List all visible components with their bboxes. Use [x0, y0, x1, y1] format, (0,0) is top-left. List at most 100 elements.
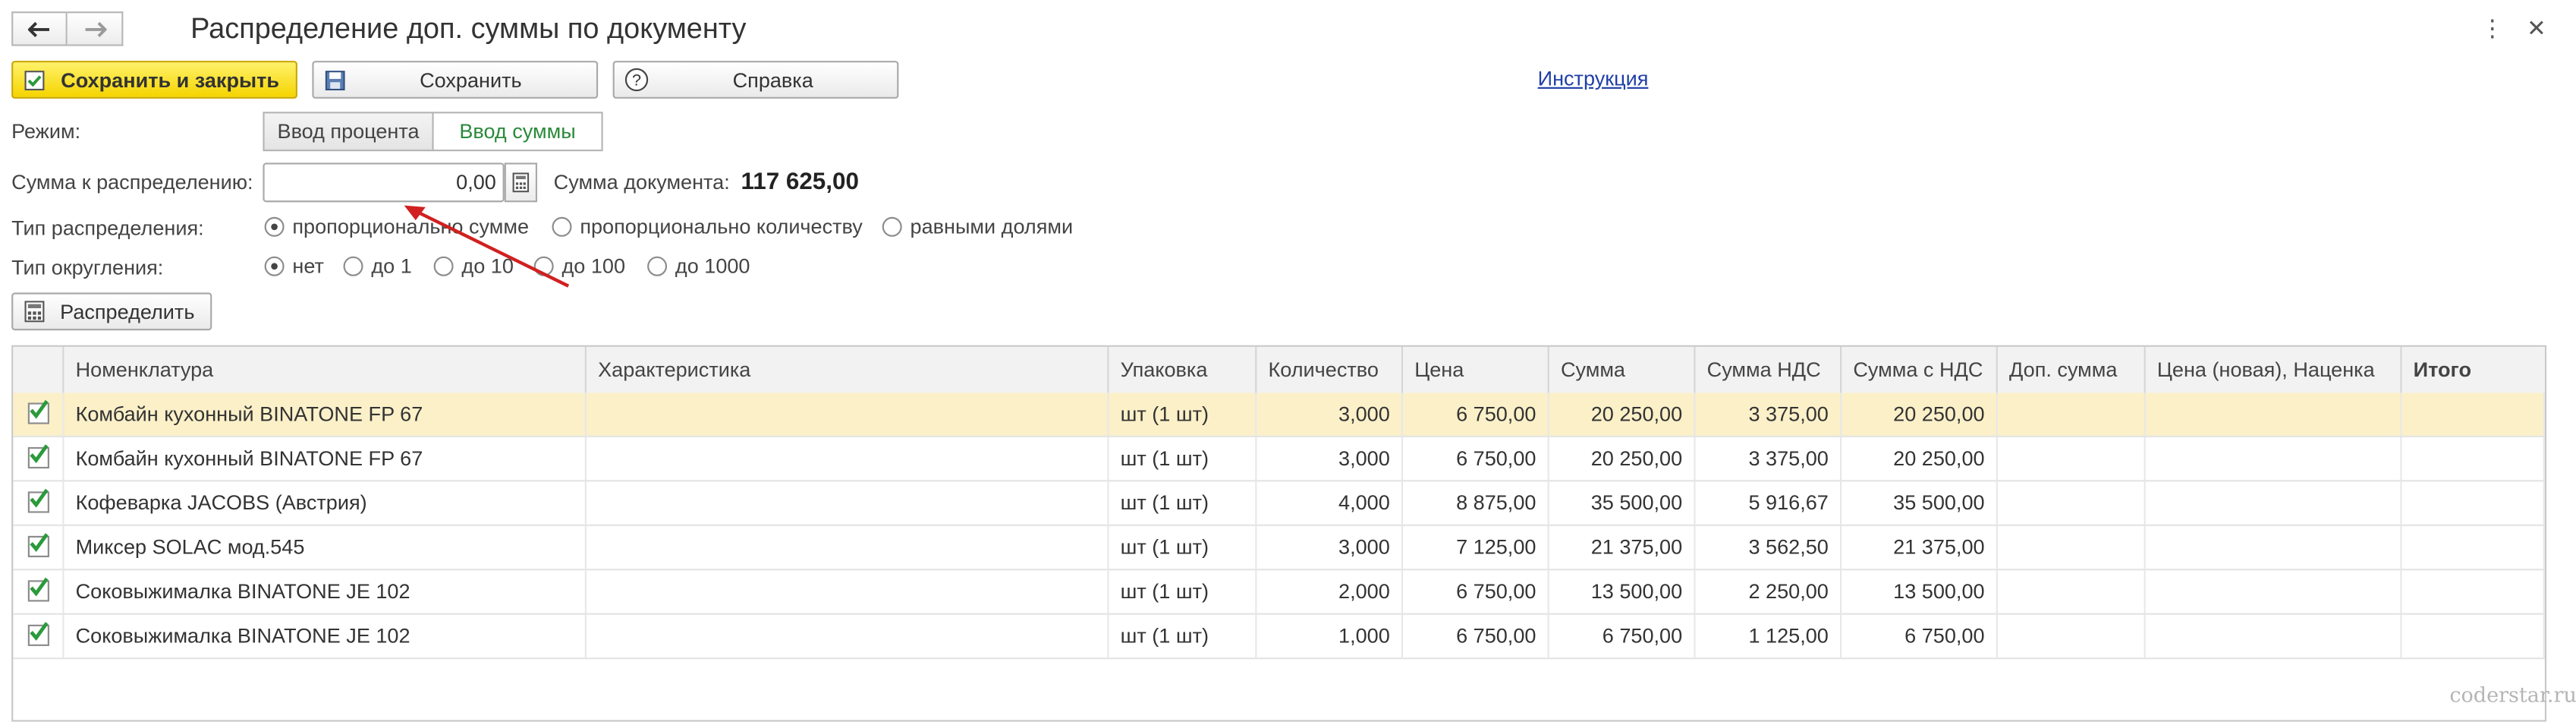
header-nomenclature[interactable]: Номенклатура — [64, 346, 587, 393]
cell-total[interactable] — [2402, 614, 2545, 658]
table-row[interactable]: Соковыжималка BINATONE JE 102 шт (1 шт) 2,… — [13, 570, 2545, 615]
cell-extra-sum[interactable] — [1998, 614, 2146, 658]
header-price[interactable]: Цена — [1403, 346, 1549, 393]
calculator-button[interactable] — [504, 162, 538, 203]
cell-vat[interactable]: 1 125,00 — [1695, 614, 1842, 658]
cell-nomenclature[interactable]: Комбайн кухонный BINATONE FP 67 — [64, 393, 587, 436]
header-checkbox-col[interactable] — [13, 346, 64, 393]
table-row[interactable]: Комбайн кухонный BINATONE FP 67 шт (1 шт)… — [13, 393, 2545, 437]
cell-new-price[interactable] — [2146, 614, 2402, 658]
header-new-price[interactable]: Цена (новая), Наценка — [2146, 346, 2402, 393]
cell-characteristic[interactable] — [587, 393, 1109, 436]
cell-sum[interactable]: 20 250,00 — [1549, 437, 1696, 481]
cell-sum[interactable]: 13 500,00 — [1549, 570, 1696, 613]
cell-total[interactable] — [2402, 570, 2545, 613]
back-button[interactable] — [11, 11, 68, 46]
radio-proportional-qty[interactable]: пропорционально количеству — [552, 216, 863, 238]
table-row[interactable]: Миксер SOLAC мод.545 шт (1 шт) 3,000 7 125,… — [13, 525, 2545, 571]
cell-price[interactable]: 6 750,00 — [1403, 437, 1549, 481]
cell-quantity[interactable]: 3,000 — [1257, 393, 1404, 436]
save-button[interactable]: Сохранить — [312, 61, 599, 99]
row-checkbox[interactable] — [27, 488, 49, 513]
cell-quantity[interactable]: 3,000 — [1257, 525, 1404, 569]
distribute-button[interactable]: Распределить — [11, 292, 212, 331]
cell-price[interactable]: 8 875,00 — [1403, 481, 1549, 525]
row-checkbox[interactable] — [27, 399, 49, 424]
more-icon[interactable]: ⋮ — [2480, 14, 2503, 43]
cell-vat[interactable]: 2 250,00 — [1695, 570, 1842, 613]
table-row[interactable]: Кофеварка JACOBS (Австрия) шт (1 шт) 4,000… — [13, 481, 2545, 526]
cell-new-price[interactable] — [2146, 525, 2402, 569]
table-row[interactable]: Комбайн кухонный BINATONE FP 67 шт (1 шт)… — [13, 437, 2545, 482]
cell-sum[interactable]: 21 375,00 — [1549, 525, 1696, 569]
cell-sum-with-vat[interactable]: 35 500,00 — [1842, 481, 1998, 525]
row-checkbox[interactable] — [27, 533, 49, 558]
cell-package[interactable]: шт (1 шт) — [1109, 570, 1257, 613]
cell-characteristic[interactable] — [587, 614, 1109, 658]
header-total[interactable]: Итого — [2402, 347, 2545, 393]
radio-rounding-none[interactable]: нет — [264, 255, 324, 278]
help-button[interactable]: ? Справка — [612, 61, 899, 99]
cell-characteristic[interactable] — [587, 570, 1109, 613]
cell-total[interactable] — [2402, 393, 2545, 436]
header-sum-with-vat[interactable]: Сумма с НДС — [1842, 346, 1998, 393]
cell-total[interactable] — [2402, 481, 2545, 525]
cell-quantity[interactable]: 4,000 — [1257, 481, 1404, 525]
header-vat[interactable]: Сумма НДС — [1695, 346, 1842, 393]
cell-price[interactable]: 6 750,00 — [1403, 570, 1549, 613]
table-row[interactable]: Соковыжималка BINATONE JE 102 шт (1 шт) 1,… — [13, 614, 2545, 660]
cell-characteristic[interactable] — [587, 525, 1109, 569]
cell-quantity[interactable]: 1,000 — [1257, 614, 1404, 658]
cell-quantity[interactable]: 2,000 — [1257, 570, 1404, 613]
close-icon[interactable]: ✕ — [2527, 14, 2546, 43]
cell-package[interactable]: шт (1 шт) — [1109, 437, 1257, 481]
cell-nomenclature[interactable]: Миксер SOLAC мод.545 — [64, 525, 587, 569]
header-package[interactable]: Упаковка — [1109, 346, 1257, 393]
cell-sum[interactable]: 6 750,00 — [1549, 614, 1696, 658]
cell-sum-with-vat[interactable]: 13 500,00 — [1842, 570, 1998, 613]
cell-characteristic[interactable] — [587, 481, 1109, 525]
cell-nomenclature[interactable]: Кофеварка JACOBS (Австрия) — [64, 481, 587, 525]
cell-sum-with-vat[interactable]: 20 250,00 — [1842, 437, 1998, 481]
cell-package[interactable]: шт (1 шт) — [1109, 525, 1257, 569]
radio-equal-shares[interactable]: равными долями — [882, 216, 1073, 238]
cell-vat[interactable]: 3 375,00 — [1695, 437, 1842, 481]
cell-total[interactable] — [2402, 525, 2545, 569]
header-extra-sum[interactable]: Доп. сумма — [1998, 346, 2146, 393]
cell-price[interactable]: 6 750,00 — [1403, 614, 1549, 658]
radio-rounding-1000[interactable]: до 1000 — [647, 255, 750, 278]
cell-new-price[interactable] — [2146, 570, 2402, 613]
cell-vat[interactable]: 3 375,00 — [1695, 393, 1842, 436]
cell-package[interactable]: шт (1 шт) — [1109, 393, 1257, 436]
header-characteristic[interactable]: Характеристика — [587, 346, 1109, 393]
forward-button[interactable] — [67, 11, 124, 46]
cell-sum-with-vat[interactable]: 6 750,00 — [1842, 614, 1998, 658]
mode-sum-option[interactable]: Ввод суммы — [432, 112, 603, 152]
cell-total[interactable] — [2402, 437, 2545, 481]
cell-vat[interactable]: 3 562,50 — [1695, 525, 1842, 569]
cell-quantity[interactable]: 3,000 — [1257, 437, 1404, 481]
cell-extra-sum[interactable] — [1998, 481, 2146, 525]
save-and-close-button[interactable]: Сохранить и закрыть — [11, 61, 297, 99]
cell-price[interactable]: 7 125,00 — [1403, 525, 1549, 569]
cell-new-price[interactable] — [2146, 437, 2402, 481]
row-checkbox[interactable] — [27, 577, 49, 602]
cell-sum-with-vat[interactable]: 20 250,00 — [1842, 393, 1998, 436]
cell-extra-sum[interactable] — [1998, 570, 2146, 613]
amount-input[interactable]: 0,00 — [263, 162, 505, 203]
instruction-link[interactable]: Инструкция — [1538, 68, 1649, 90]
cell-sum[interactable]: 20 250,00 — [1549, 393, 1696, 436]
cell-nomenclature[interactable]: Соковыжималка BINATONE JE 102 — [64, 570, 587, 613]
cell-package[interactable]: шт (1 шт) — [1109, 614, 1257, 658]
cell-sum[interactable]: 35 500,00 — [1549, 481, 1696, 525]
header-quantity[interactable]: Количество — [1257, 346, 1404, 393]
cell-new-price[interactable] — [2146, 393, 2402, 436]
row-checkbox[interactable] — [27, 444, 49, 469]
cell-nomenclature[interactable]: Комбайн кухонный BINATONE FP 67 — [64, 437, 587, 481]
cell-new-price[interactable] — [2146, 481, 2402, 525]
cell-sum-with-vat[interactable]: 21 375,00 — [1842, 525, 1998, 569]
cell-extra-sum[interactable] — [1998, 437, 2146, 481]
header-sum[interactable]: Сумма — [1549, 346, 1696, 393]
cell-extra-sum[interactable] — [1998, 393, 2146, 436]
cell-price[interactable]: 6 750,00 — [1403, 393, 1549, 436]
